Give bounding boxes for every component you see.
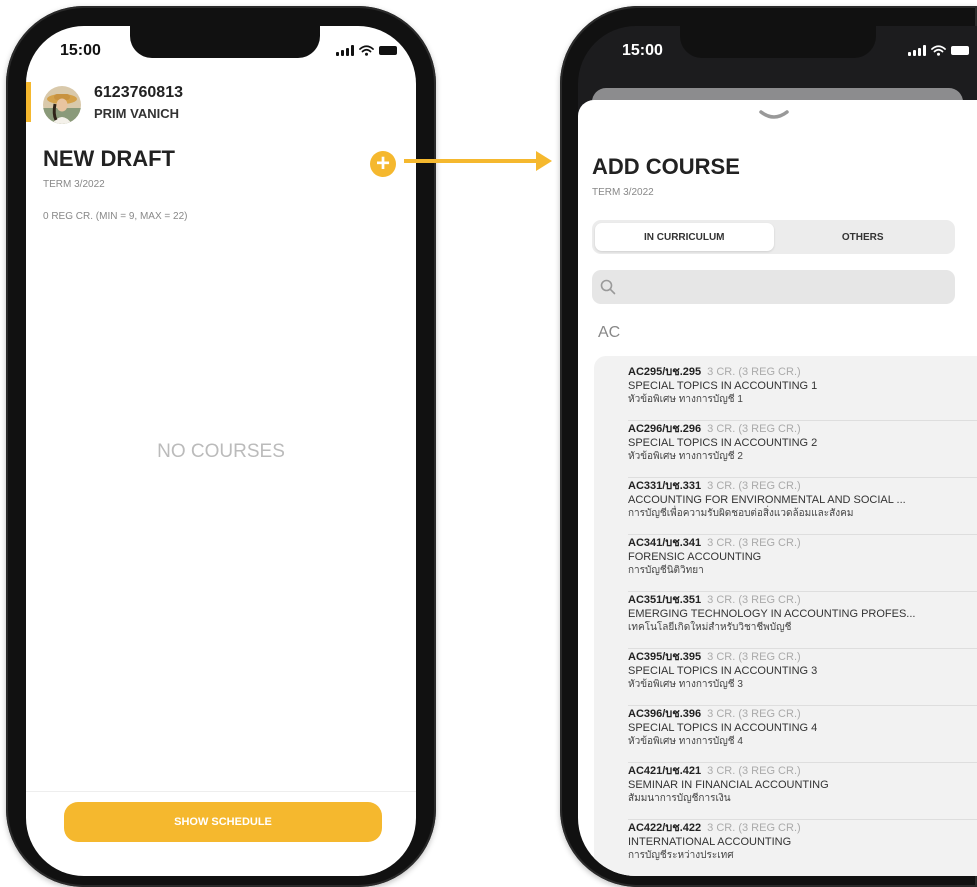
section-header: AC [598, 324, 621, 341]
signal-icon [908, 45, 926, 56]
course-item[interactable]: AC422/บช.422 3 CR. (3 REG CR.) INTERNATIO… [628, 820, 977, 876]
notch [680, 26, 876, 58]
battery-icon [379, 46, 397, 55]
draft-screen: 15:00 6123760813 PRIM VANICH NEW DRAFT +… [26, 26, 416, 876]
tab-others[interactable]: OTHERS [774, 223, 953, 251]
course-list: AC295/บช.295 3 CR. (3 REG CR.) SPECIAL TO… [594, 356, 977, 876]
wifi-icon [931, 45, 946, 56]
course-name-en: FORENSIC ACCOUNTING [628, 551, 762, 563]
course-name-th: หัวข้อพิเศษ ทางการบัญชี 3 [628, 679, 743, 690]
student-name: PRIM VANICH [94, 106, 179, 121]
course-credits: 3 CR. (3 REG CR.) [707, 480, 801, 492]
arrow-head [536, 151, 552, 171]
course-name-en: INTERNATIONAL ACCOUNTING [628, 836, 792, 848]
add-course-screen: 15:00 ADD COURSE TERM 3/2022 IN CURRICUL… [578, 26, 977, 876]
course-name-en: SPECIAL TOPICS IN ACCOUNTING 4 [628, 722, 818, 734]
course-code: AC296/บช.296 [628, 423, 702, 435]
course-item[interactable]: AC351/บช.351 3 CR. (3 REG CR.) EMERGING T… [628, 592, 977, 649]
course-item[interactable]: AC341/บช.341 3 CR. (3 REG CR.) FORENSIC A… [628, 535, 977, 592]
phone-right: 15:00 ADD COURSE TERM 3/2022 IN CURRICUL… [560, 6, 977, 887]
course-credits: 3 CR. (3 REG CR.) [707, 537, 801, 549]
course-credits: 3 CR. (3 REG CR.) [707, 366, 801, 378]
course-name-th: หัวข้อพิเศษ ทางการบัญชี 1 [628, 394, 743, 405]
course-name-en: SPECIAL TOPICS IN ACCOUNTING 2 [628, 437, 818, 449]
course-name-th: การบัญชีระหว่างประเทศ [628, 850, 734, 861]
course-item[interactable]: AC295/บช.295 3 CR. (3 REG CR.) SPECIAL TO… [628, 364, 977, 421]
status-time: 15:00 [60, 42, 101, 59]
active-indicator [26, 82, 31, 122]
course-item[interactable]: AC395/บช.395 3 CR. (3 REG CR.) SPECIAL TO… [628, 649, 977, 706]
add-course-sheet: ADD COURSE TERM 3/2022 IN CURRICULUM OTH… [578, 100, 977, 876]
course-code: AC295/บช.295 [628, 366, 702, 378]
course-code: AC421/บช.421 [628, 765, 702, 777]
course-credits: 3 CR. (3 REG CR.) [707, 708, 801, 720]
course-name-en: ACCOUNTING FOR ENVIRONMENTAL AND SOCIAL … [628, 494, 906, 506]
phone-left: 15:00 6123760813 PRIM VANICH NEW DRAFT +… [6, 6, 436, 887]
course-name-en: SPECIAL TOPICS IN ACCOUNTING 1 [628, 380, 818, 392]
sheet-title: ADD COURSE [592, 154, 740, 179]
course-name-th: การบัญชีเพื่อความรับผิดชอบต่อสิ่งแวดล้อม… [628, 508, 854, 519]
divider [26, 791, 416, 792]
status-icons [908, 45, 969, 56]
show-schedule-button[interactable]: SHOW SCHEDULE [64, 802, 382, 842]
course-item[interactable]: AC296/บช.296 3 CR. (3 REG CR.) SPECIAL TO… [628, 421, 977, 478]
course-code: AC341/บช.341 [628, 537, 702, 549]
course-name-th: สัมมนาการบัญชีการเงิน [628, 793, 731, 804]
course-item[interactable]: AC331/บช.331 3 CR. (3 REG CR.) ACCOUNTING… [628, 478, 977, 535]
arrow-right-icon [404, 159, 538, 163]
battery-icon [951, 46, 969, 55]
course-item[interactable]: AC421/บช.421 3 CR. (3 REG CR.) SEMINAR IN… [628, 763, 977, 820]
course-code: AC331/บช.331 [628, 480, 702, 492]
reg-credit-summary: 0 REG CR. (MIN = 9, MAX = 22) [43, 211, 188, 222]
course-name-th: การบัญชีนิติวิทยา [628, 565, 704, 576]
course-code: AC395/บช.395 [628, 651, 702, 663]
course-filter-tabs: IN CURRICULUM OTHERS [592, 220, 955, 254]
course-code: AC422/บช.422 [628, 822, 702, 834]
chevron-down-icon[interactable] [759, 110, 789, 122]
course-name-th: หัวข้อพิเศษ ทางการบัญชี 4 [628, 736, 743, 747]
course-code: AC396/บช.396 [628, 708, 702, 720]
course-credits: 3 CR. (3 REG CR.) [707, 822, 801, 834]
course-name-en: SEMINAR IN FINANCIAL ACCOUNTING [628, 779, 829, 791]
status-icons [336, 45, 397, 56]
search-icon [600, 279, 616, 295]
course-credits: 3 CR. (3 REG CR.) [707, 651, 801, 663]
term-label: TERM 3/2022 [43, 179, 105, 190]
course-credits: 3 CR. (3 REG CR.) [707, 765, 801, 777]
tab-in-curriculum[interactable]: IN CURRICULUM [595, 223, 774, 251]
course-name-th: เทคโนโลยีเกิดใหม่สำหรับวิชาชีพบัญชี [628, 622, 792, 633]
course-name-en: EMERGING TECHNOLOGY IN ACCOUNTING PROFES… [628, 608, 916, 620]
course-name-th: หัวข้อพิเศษ ทางการบัญชี 2 [628, 451, 743, 462]
term-label: TERM 3/2022 [592, 187, 654, 198]
search-input[interactable] [622, 280, 942, 294]
course-code: AC351/บช.351 [628, 594, 702, 606]
student-id: 6123760813 [94, 84, 183, 101]
course-credits: 3 CR. (3 REG CR.) [707, 423, 801, 435]
course-credits: 3 CR. (3 REG CR.) [707, 594, 801, 606]
page-title: NEW DRAFT [43, 146, 175, 171]
notch [130, 26, 320, 58]
signal-icon [336, 45, 354, 56]
empty-state: NO COURSES [157, 441, 285, 462]
course-name-en: SPECIAL TOPICS IN ACCOUNTING 3 [628, 665, 818, 677]
avatar[interactable] [43, 86, 81, 124]
search-bar [592, 270, 955, 304]
wifi-icon [359, 45, 374, 56]
status-time: 15:00 [622, 42, 663, 59]
add-course-button[interactable]: + [370, 151, 396, 177]
course-item[interactable]: AC396/บช.396 3 CR. (3 REG CR.) SPECIAL TO… [628, 706, 977, 763]
